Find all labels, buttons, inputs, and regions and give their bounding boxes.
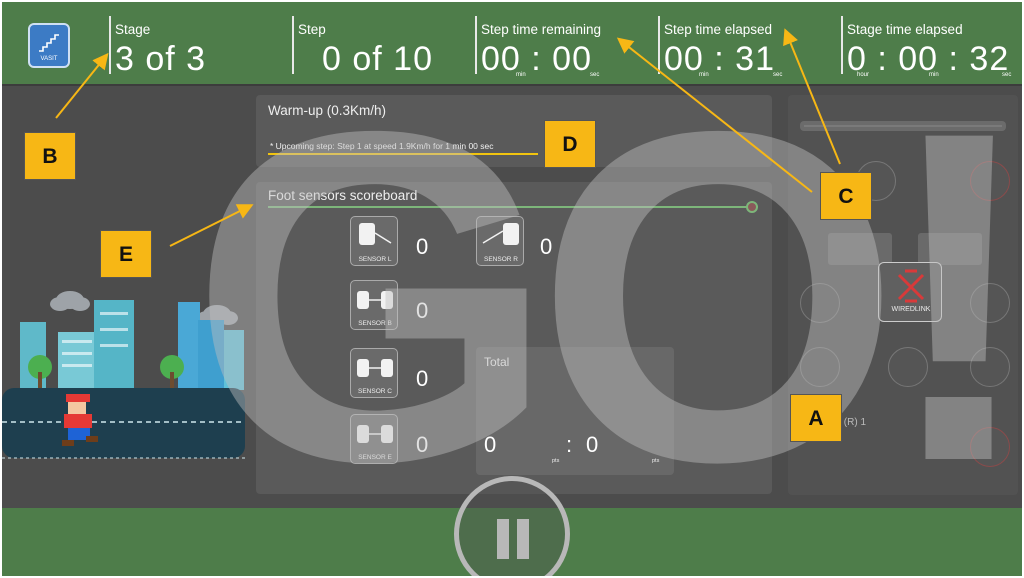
callout-c: C xyxy=(820,172,872,220)
callout-b: B xyxy=(24,132,76,180)
app-window: VASIT Stage 3 of 3 Step 0 of 10 Step tim… xyxy=(2,2,1022,576)
callout-d: D xyxy=(544,120,596,168)
callout-e: E xyxy=(100,230,152,278)
callout-a: A xyxy=(790,394,842,442)
annotation-arrows xyxy=(55,28,841,247)
